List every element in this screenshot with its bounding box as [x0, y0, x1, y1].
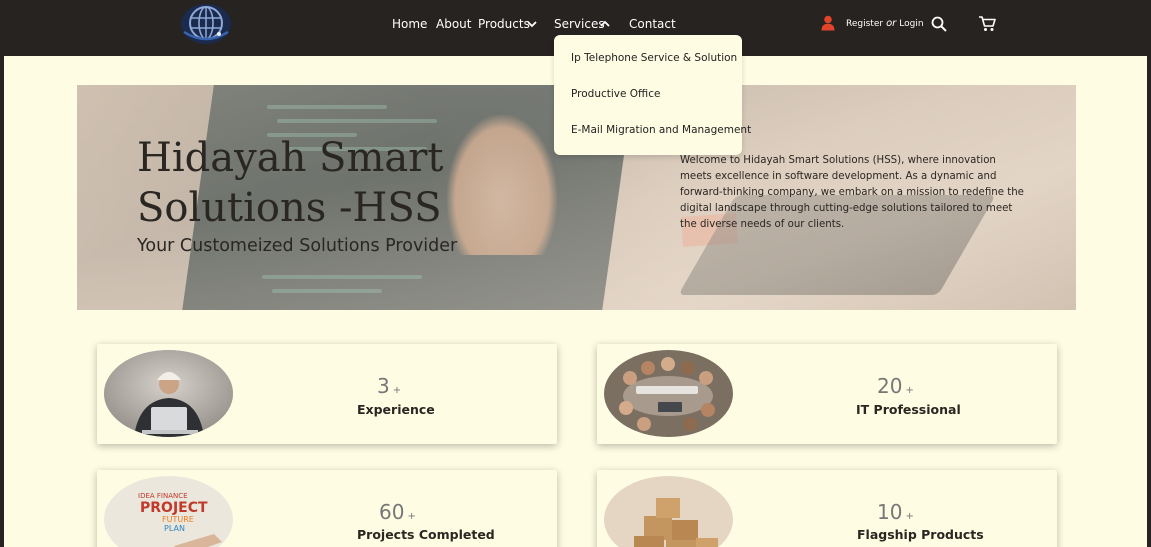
stat-card-it-professional: 20 + IT Professional: [597, 344, 1057, 444]
auth-links: Register or Login: [846, 18, 924, 29]
cart-icon[interactable]: [978, 15, 996, 32]
boxes-photo: [604, 476, 733, 547]
stat-label: Flagship Products: [857, 527, 984, 542]
login-link[interactable]: Login: [899, 19, 923, 29]
nav-about[interactable]: About: [436, 17, 471, 31]
user-icon[interactable]: [821, 15, 835, 31]
register-link[interactable]: Register: [846, 19, 883, 29]
hero-subtitle: Your Customeized Solutions Provider: [137, 236, 458, 256]
globe-logo-icon[interactable]: [180, 2, 232, 46]
nav-home[interactable]: Home: [392, 17, 427, 31]
hero-description: Welcome to Hidayah Smart Solutions (HSS)…: [680, 155, 1024, 230]
stat-value: 3 +: [377, 374, 402, 398]
services-dropdown-menu: Ip Telephone Service & Solution Producti…: [554, 35, 751, 155]
chevron-up-icon[interactable]: [599, 19, 611, 29]
team-photo: [604, 350, 733, 437]
search-icon[interactable]: [931, 16, 947, 32]
hero-hand-image: [447, 115, 557, 255]
dropdown-item-productive-office[interactable]: Productive Office: [571, 88, 660, 100]
nav-services[interactable]: Services: [554, 17, 605, 31]
hero-title: Hidayah Smart Solutions -HSS: [137, 135, 444, 231]
stat-value: 60 +: [379, 500, 416, 524]
stat-label: IT Professional: [856, 402, 961, 417]
nav-products[interactable]: Products: [478, 17, 530, 31]
svg-text:FUTURE: FUTURE: [162, 515, 194, 524]
stat-card-flagship-products: 10 + Flagship Products: [597, 470, 1057, 547]
chevron-down-icon[interactable]: [526, 19, 538, 29]
stat-value: 20 +: [877, 374, 914, 398]
dropdown-item-email-migration[interactable]: E-Mail Migration and Management: [571, 124, 751, 136]
engineer-laptop-photo: [104, 350, 233, 437]
stat-label: Projects Completed: [357, 527, 495, 542]
stat-label: Experience: [357, 402, 435, 417]
svg-text:PROJECT: PROJECT: [140, 500, 208, 516]
nav-contact[interactable]: Contact: [629, 17, 676, 31]
svg-text:IDEA FINANCE: IDEA FINANCE: [138, 492, 188, 500]
project-idea-photo: IDEA FINANCE PROJECT FUTURE PLAN: [104, 476, 233, 547]
stat-card-projects: IDEA FINANCE PROJECT FUTURE PLAN 60 + Pro…: [97, 470, 557, 547]
or-text: or: [886, 18, 897, 29]
dropdown-item-ip-telephone[interactable]: Ip Telephone Service & Solution: [571, 52, 737, 64]
stat-card-experience: 3 + Experience: [97, 344, 557, 444]
svg-text:PLAN: PLAN: [164, 524, 185, 533]
stat-value: 10 +: [877, 500, 914, 524]
